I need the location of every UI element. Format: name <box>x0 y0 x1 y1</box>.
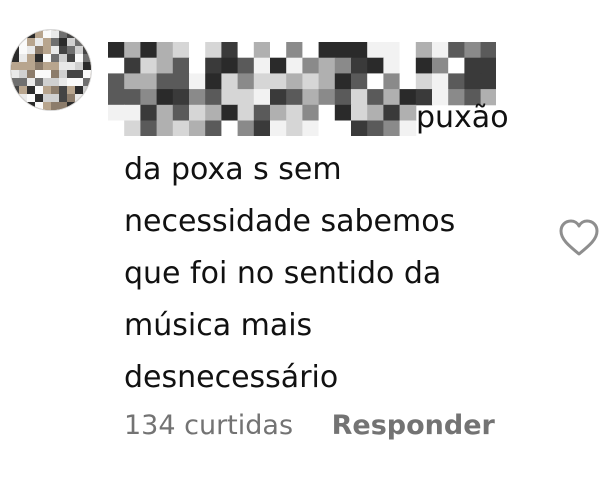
comment-line: que foi no sentido da <box>124 256 442 291</box>
comment-text: puxão da poxa s sem necessidade sabemos … <box>124 92 544 404</box>
likes-count[interactable]: 134 curtidas <box>124 410 293 441</box>
comment-line: desnecessário <box>124 360 339 395</box>
comment-line: música mais <box>124 308 313 343</box>
reply-button[interactable]: Responder <box>332 410 495 441</box>
comment-line: necessidade sabemos <box>124 204 456 239</box>
comment-line: puxão <box>416 100 509 135</box>
avatar-image <box>11 30 91 110</box>
comment-line: da poxa s sem <box>124 152 342 187</box>
heart-outline-icon[interactable] <box>558 218 600 258</box>
comment-actions: 134 curtidas Responder <box>124 410 495 441</box>
avatar[interactable] <box>10 29 92 111</box>
